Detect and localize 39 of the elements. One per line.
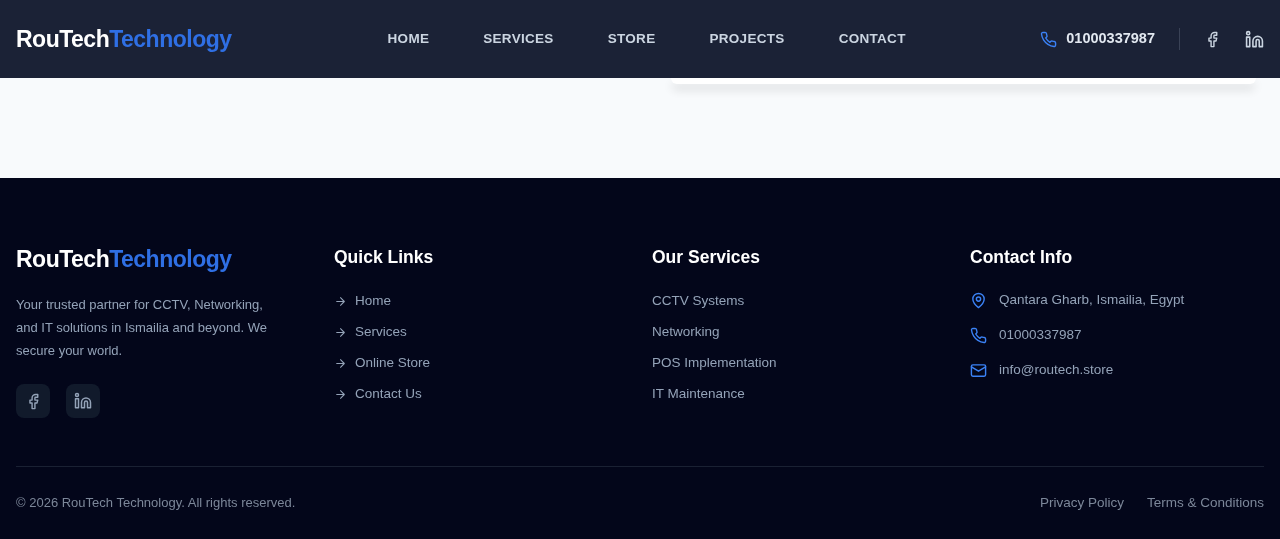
map-pin-icon — [970, 292, 987, 309]
footer-link[interactable]: IT Maintenance — [652, 384, 745, 405]
legal-link[interactable]: Privacy Policy — [1039, 492, 1124, 514]
legal-link[interactable]: Terms & Conditions — [1146, 492, 1264, 514]
arrow-right-icon — [334, 326, 347, 339]
linkedin-icon — [74, 392, 92, 410]
phone-icon — [1040, 30, 1058, 48]
nav-link[interactable]: PROJECTS — [709, 28, 785, 50]
linkedin-button[interactable] — [66, 384, 100, 418]
contact-detail: 01000337987 — [999, 326, 1082, 345]
column-heading: Contact Info — [970, 246, 1074, 268]
footer-link[interactable]: Online Store — [355, 353, 431, 374]
mail-icon — [970, 362, 987, 379]
linkedin-link[interactable] — [1245, 29, 1264, 49]
footer-link[interactable]: Contact Us — [355, 384, 422, 405]
logo[interactable]: RouTechTechnology — [16, 27, 232, 51]
footer-link[interactable]: POS Implementation — [652, 353, 777, 374]
logo[interactable]: RouTechTechnology — [16, 248, 310, 271]
footer-link[interactable]: Services — [355, 322, 407, 343]
phone-number[interactable]: 01000337987 — [1066, 28, 1155, 50]
nav-link[interactable]: SERVICES — [483, 28, 554, 50]
footer-link[interactable]: Networking — [652, 322, 720, 343]
footer-link[interactable]: CCTV Systems — [652, 291, 745, 312]
arrow-right-icon — [334, 388, 347, 401]
column-heading: Quick Links — [334, 246, 435, 268]
footer-link[interactable]: Home — [355, 291, 391, 312]
linkedin-icon — [1245, 29, 1264, 49]
nav-link[interactable]: STORE — [607, 28, 656, 50]
arrow-right-icon — [334, 357, 347, 370]
contact-detail: Qantara Gharb, Ismailia, Egypt — [999, 291, 1185, 310]
contact-detail: info@routech.store — [999, 361, 1114, 380]
company-description: Your trusted partner for CCTV, Networking, and IT solutions in Ismailia and beyond. We secure your world. — [16, 296, 268, 360]
nav-link[interactable]: HOME — [387, 28, 430, 50]
copyright-text: © 2026 RouTech Technology. All rights reserved. — [16, 494, 296, 513]
column-heading: Our Services — [652, 246, 761, 268]
nav-link[interactable]: CONTACT — [838, 28, 906, 50]
phone-icon — [970, 327, 987, 344]
arrow-right-icon — [334, 295, 347, 308]
facebook-button[interactable] — [16, 384, 50, 418]
